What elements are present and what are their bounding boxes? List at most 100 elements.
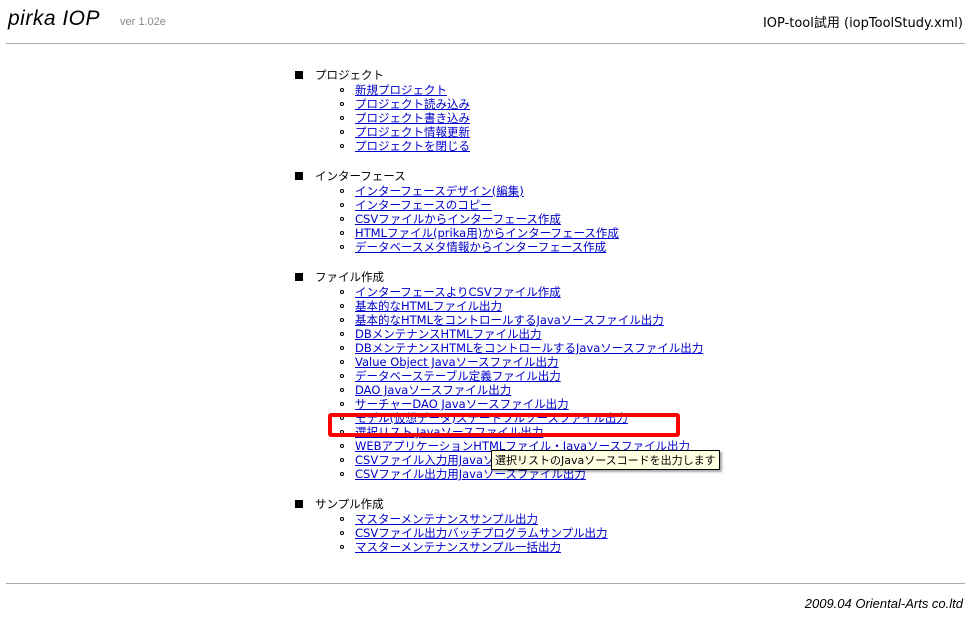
list-item: CSVファイルからインターフェース作成 — [340, 212, 703, 226]
section-title-text: インターフェース — [315, 169, 406, 183]
list-item: データベースメタ情報からインターフェース作成 — [340, 240, 703, 254]
list-item: DBメンテナンスHTMLファイル出力 — [340, 327, 703, 341]
menu-link[interactable]: サーチャーDAO Javaソースファイル出力 — [355, 397, 569, 411]
menu-link[interactable]: HTMLファイル(prika用)からインターフェース作成 — [355, 226, 619, 240]
list-item: 新規プロジェクト — [340, 83, 703, 97]
menu-link[interactable]: CSVファイル出力バッチプログラムサンプル出力 — [355, 526, 608, 540]
circle-bullet-icon — [340, 189, 344, 193]
menu-section: プロジェクト 新規プロジェクト プロジェクト読み込み プロジェクト書き込み プロジェクト… — [295, 68, 703, 153]
section-title: インターフェース — [295, 169, 703, 184]
section-title: プロジェクト — [295, 68, 703, 83]
list-item: インターフェースデザイン(編集) — [340, 184, 703, 198]
square-bullet-icon — [295, 273, 303, 281]
circle-bullet-icon — [340, 346, 344, 350]
list-item: インターフェースのコピー — [340, 198, 703, 212]
menu-link[interactable]: 基本的なHTMLファイル出力 — [355, 299, 502, 313]
menu-link[interactable]: インターフェースデザイン(編集) — [355, 184, 524, 198]
footer-credit: 2009.04 Oriental-Arts co.ltd — [804, 596, 963, 611]
circle-bullet-icon — [340, 531, 344, 535]
list-item: マスターメンテナンスサンプル出力 — [340, 512, 703, 526]
menu-section: サンプル作成 マスターメンテナンスサンプル出力 CSVファイル出力バッチプログラムサ… — [295, 497, 703, 554]
menu-link[interactable]: CSVファイルからインターフェース作成 — [355, 212, 561, 226]
menu-link[interactable]: DBメンテナンスHTMLファイル出力 — [355, 327, 542, 341]
circle-bullet-icon — [340, 318, 344, 322]
circle-bullet-icon — [340, 416, 344, 420]
circle-bullet-icon — [340, 332, 344, 336]
menu-link[interactable]: プロジェクト情報更新 — [355, 125, 470, 139]
menu-link[interactable]: インターフェースのコピー — [355, 198, 492, 212]
circle-bullet-icon — [340, 102, 344, 106]
menu-link[interactable]: データベーステーブル定義ファイル出力 — [355, 369, 561, 383]
menu-link[interactable]: モデル(仮想データ)ステートフルソースファイル出力 — [355, 411, 628, 425]
list-item: プロジェクト書き込み — [340, 111, 703, 125]
circle-bullet-icon — [340, 88, 344, 92]
menu-link[interactable]: マスターメンテナンスサンプル一括出力 — [355, 540, 561, 554]
list-item: 基本的なHTMLファイル出力 — [340, 299, 703, 313]
menu-link[interactable]: DBメンテナンスHTMLをコントロールするJavaソースファイル出力 — [355, 341, 703, 355]
section-title: ファイル作成 — [295, 270, 703, 285]
footer-divider — [6, 583, 965, 584]
tooltip: 選択リストのJavaソースコードを出力します — [491, 450, 720, 470]
circle-bullet-icon — [340, 116, 344, 120]
circle-bullet-icon — [340, 472, 344, 476]
list-item: Value Object Javaソースファイル出力 — [340, 355, 703, 369]
list-item: DBメンテナンスHTMLをコントロールするJavaソースファイル出力 — [340, 341, 703, 355]
menu-list: マスターメンテナンスサンプル出力 CSVファイル出力バッチプログラムサンプル出力マ… — [295, 512, 703, 554]
menu-list: インターフェースデザイン(編集) インターフェースのコピー CSVファイルからインタ… — [295, 184, 703, 254]
list-item: データベーステーブル定義ファイル出力 — [340, 369, 703, 383]
list-item: DAO Javaソースファイル出力 — [340, 383, 703, 397]
circle-bullet-icon — [340, 130, 344, 134]
app-version: ver 1.02e — [120, 16, 166, 28]
section-title: サンプル作成 — [295, 497, 703, 512]
circle-bullet-icon — [340, 388, 344, 392]
list-item: HTMLファイル(prika用)からインターフェース作成 — [340, 226, 703, 240]
menu-link[interactable]: マスターメンテナンスサンプル出力 — [355, 512, 538, 526]
square-bullet-icon — [295, 172, 303, 180]
square-bullet-icon — [295, 500, 303, 508]
circle-bullet-icon — [340, 402, 344, 406]
app-title: pirka IOP — [8, 7, 101, 30]
header: pirka IOP ver 1.02e IOP-tool試用 (iopToolS… — [0, 0, 971, 44]
circle-bullet-icon — [340, 231, 344, 235]
section-title-text: ファイル作成 — [315, 270, 384, 284]
menu-link[interactable]: プロジェクト読み込み — [355, 97, 470, 111]
list-item: サーチャーDAO Javaソースファイル出力 — [340, 397, 703, 411]
menu-link[interactable]: 新規プロジェクト — [355, 83, 447, 97]
section-title-text: サンプル作成 — [315, 497, 384, 511]
circle-bullet-icon — [340, 545, 344, 549]
menu-link[interactable]: 基本的なHTMLをコントロールするJavaソースファイル出力 — [355, 313, 664, 327]
menu-link[interactable]: データベースメタ情報からインターフェース作成 — [355, 240, 606, 254]
circle-bullet-icon — [340, 304, 344, 308]
list-item: 選択リスト Javaソースファイル出力 — [340, 425, 703, 439]
list-item: マスターメンテナンスサンプル一括出力 — [340, 540, 703, 554]
section-title-text: プロジェクト — [315, 68, 384, 82]
list-item: CSVファイル出力バッチプログラムサンプル出力 — [340, 526, 703, 540]
main-menu: プロジェクト 新規プロジェクト プロジェクト読み込み プロジェクト書き込み プロジェクト… — [295, 68, 703, 570]
circle-bullet-icon — [340, 360, 344, 364]
list-item: 基本的なHTMLをコントロールするJavaソースファイル出力 — [340, 313, 703, 327]
circle-bullet-icon — [340, 217, 344, 221]
menu-link[interactable]: プロジェクトを閉じる — [355, 139, 470, 153]
list-item: プロジェクトを閉じる — [340, 139, 703, 153]
circle-bullet-icon — [340, 374, 344, 378]
menu-link[interactable]: DAO Javaソースファイル出力 — [355, 383, 511, 397]
list-item: プロジェクト読み込み — [340, 97, 703, 111]
menu-list: 新規プロジェクト プロジェクト読み込み プロジェクト書き込み プロジェクト情報更新 プロ… — [295, 83, 703, 153]
menu-section: インターフェース インターフェースデザイン(編集) インターフェースのコピー CSVフ… — [295, 169, 703, 254]
list-item: インターフェースよりCSVファイル作成 — [340, 285, 703, 299]
menu-link[interactable]: 選択リスト Javaソースファイル出力 — [355, 425, 543, 439]
square-bullet-icon — [295, 71, 303, 79]
circle-bullet-icon — [340, 458, 344, 462]
header-divider — [6, 43, 965, 44]
circle-bullet-icon — [340, 245, 344, 249]
list-item: プロジェクト情報更新 — [340, 125, 703, 139]
circle-bullet-icon — [340, 144, 344, 148]
circle-bullet-icon — [340, 517, 344, 521]
menu-link[interactable]: インターフェースよりCSVファイル作成 — [355, 285, 561, 299]
menu-link[interactable]: Value Object Javaソースファイル出力 — [355, 355, 559, 369]
circle-bullet-icon — [340, 203, 344, 207]
circle-bullet-icon — [340, 430, 344, 434]
circle-bullet-icon — [340, 290, 344, 294]
menu-link[interactable]: プロジェクト書き込み — [355, 111, 470, 125]
project-file-label: IOP-tool試用 (iopToolStudy.xml) — [762, 16, 963, 31]
